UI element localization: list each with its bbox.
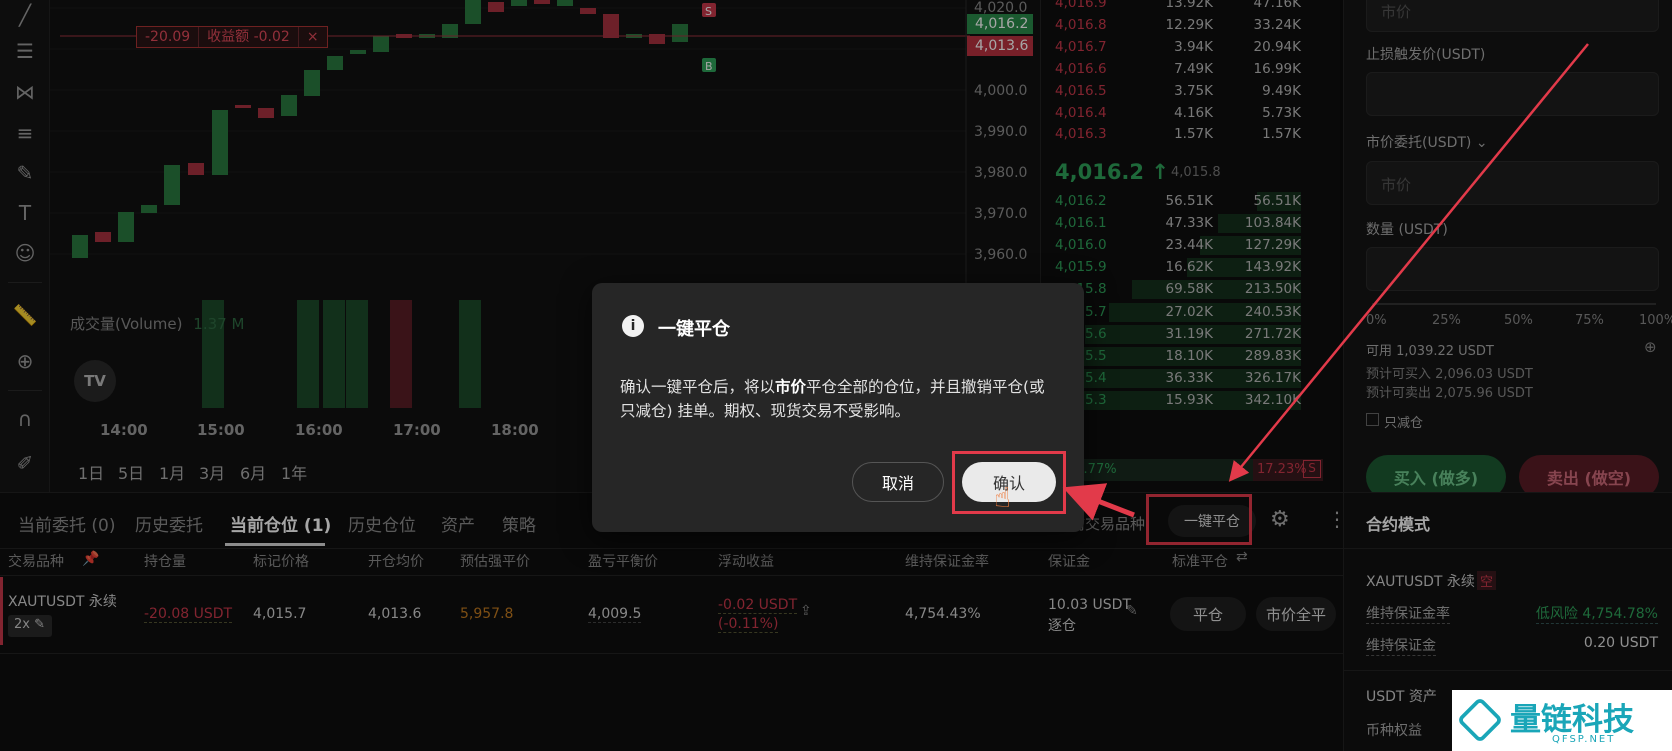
annotation-arrow [1062, 483, 1135, 521]
watermark-text: 量链科技 [1510, 702, 1634, 738]
annotation-arrow [1228, 43, 1589, 482]
watermark-logo: 量链科技 QFSP.NET [1452, 690, 1672, 751]
watermark-logo-mark [1456, 696, 1504, 744]
annotation-arrows [1062, 43, 1589, 521]
watermark-subtext: QFSP.NET [1552, 734, 1616, 745]
